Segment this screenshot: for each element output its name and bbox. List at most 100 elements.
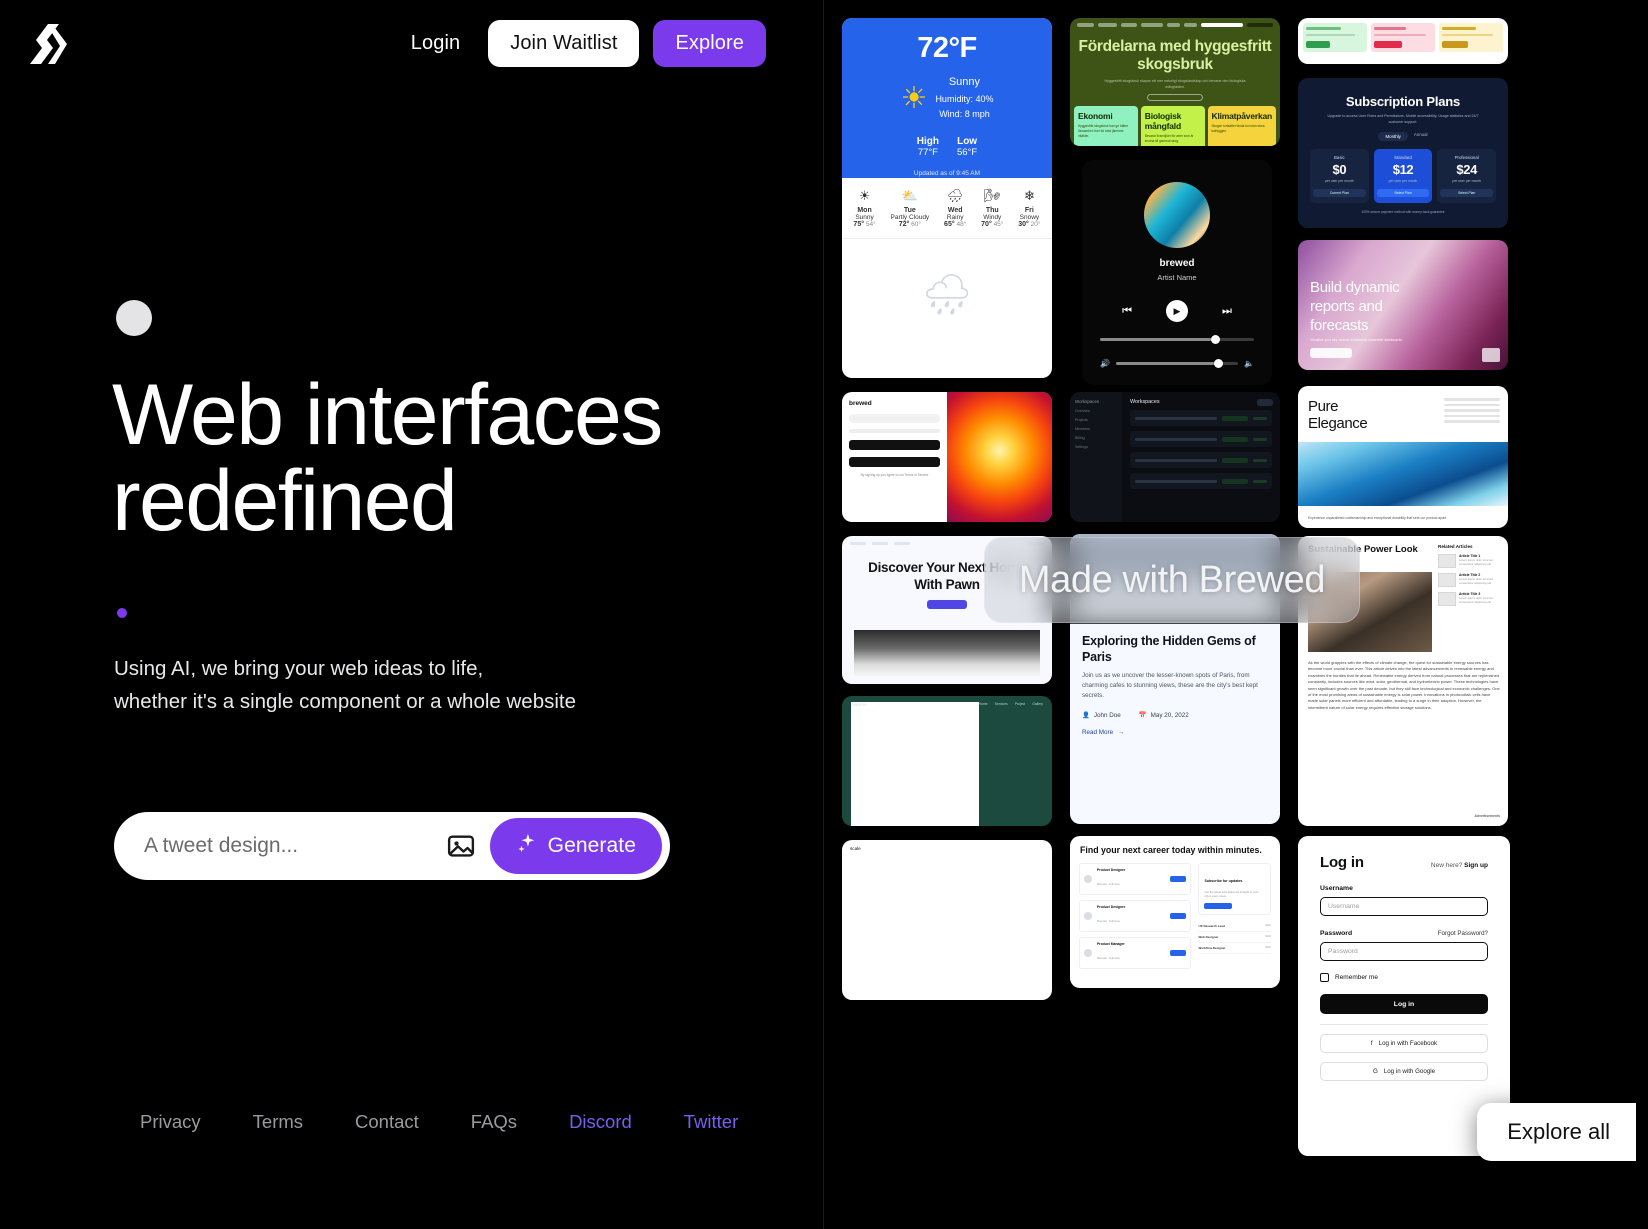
generate-button[interactable]: Generate (489, 818, 662, 874)
subscription-footnote: 100% secure payment method with money ba… (1361, 210, 1445, 214)
login-submit-button[interactable]: Log in (1320, 994, 1488, 1014)
volume-icon[interactable]: 🔊 (1100, 359, 1110, 368)
footer-link-terms[interactable]: Terms (253, 1111, 303, 1133)
login-button[interactable]: Login (397, 22, 474, 65)
google-login-button[interactable]: G Log in with Google (1320, 1062, 1488, 1081)
gallery-card-music-player[interactable]: brewed Artist Name ⏮ ▶ ⏭ 🔊 🔈 (1082, 160, 1272, 385)
gallery-card-email-strip[interactable] (1298, 18, 1508, 64)
rain-cloud-icon: 🌧 (921, 272, 973, 317)
gallery-card-reports[interactable]: Build dynamic reports and forecasts Visu… (1298, 240, 1508, 370)
apply-button[interactable] (1170, 913, 1187, 919)
join-waitlist-button[interactable]: Join Waitlist (488, 20, 640, 67)
subscribe-button[interactable] (1204, 903, 1233, 910)
gallery-card-login[interactable]: Log in New here? Sign up Username Userna… (1298, 836, 1510, 1156)
forgot-password-link[interactable]: Forgot Password? (1438, 930, 1488, 937)
weather-low-label: Low (957, 136, 978, 147)
next-track-icon[interactable]: ⏭ (1222, 305, 1232, 318)
song-title: brewed (1159, 258, 1195, 269)
volume-slider[interactable] (1115, 359, 1239, 368)
plan-cta-button[interactable]: Current Plan (1313, 189, 1366, 197)
forest-cta-button[interactable] (1147, 94, 1203, 101)
footer-link-faqs[interactable]: FAQs (471, 1111, 517, 1133)
paris-body: Join us as we uncover the lesser-known s… (1082, 672, 1258, 699)
play-button[interactable]: ▶ (1166, 300, 1188, 322)
site-header: Login Join Waitlist Explore (0, 0, 824, 90)
gallery-card-workspaces[interactable]: Workspaces Overview Projects Members Bil… (1070, 392, 1280, 522)
forest-card-ekonomi: Ekonomi Hyggesfritt skogsbruk kan ge bät… (1074, 106, 1138, 146)
gallery-card-scale-pricing[interactable]: scale About Product Pricing Resources Si… (842, 840, 1052, 1000)
footer-link-privacy[interactable]: Privacy (140, 1111, 201, 1133)
plan-standard: Standard $12 per user per month Select P… (1373, 149, 1433, 203)
plan-cta-button[interactable]: Select Plan (1376, 189, 1430, 197)
scale-logo: scale (850, 846, 973, 1000)
explore-button[interactable]: Explore (653, 20, 766, 67)
paris-date: May 20, 2022 (1150, 711, 1189, 719)
billing-toggle[interactable]: Monthly Annual (1298, 132, 1508, 141)
username-field[interactable]: Username (1320, 897, 1488, 916)
image-icon[interactable] (446, 831, 476, 861)
gallery-card-forest[interactable]: Fördelarna med hyggesfritt skogsbruk Hyg… (1070, 18, 1280, 146)
signup-link[interactable]: Sign up (1464, 862, 1488, 869)
forest-subtitle: Hyggesfritt skogsbruk skapar ett mer nat… (1104, 79, 1246, 89)
gallery-card-subscription[interactable]: Subscription Plans Upgrade to access Use… (1298, 78, 1508, 228)
weather-wind: Wind: 8 mph (939, 109, 990, 119)
hero-subtitle: Using AI, we bring your web ideas to lif… (114, 652, 734, 718)
avatar (1084, 875, 1092, 883)
table-row (1130, 452, 1272, 468)
weather-updated: Updated as of 9:45 AM (913, 170, 981, 177)
facebook-login-button[interactable]: f Log in with Facebook (1320, 1034, 1488, 1053)
made-with-brewed-label: Made with Brewed (1018, 558, 1326, 601)
google-icon: G (1372, 1068, 1378, 1075)
pawn-cta-button[interactable] (927, 600, 967, 609)
reports-title: Build dynamic reports and forecasts (1310, 279, 1400, 334)
code-bracket-logo-icon[interactable] (22, 18, 78, 74)
remember-me-checkbox[interactable] (1320, 973, 1329, 982)
job-row: Product Manager Remote · Full time (1079, 937, 1192, 969)
job-row: Product Designer Remote · Full time (1079, 900, 1192, 932)
brewed-input[interactable] (849, 414, 940, 423)
gallery-card-brewed-signup[interactable]: brewed By signing up you agree to our Te… (842, 392, 1052, 522)
weather-temperature: 72°F (917, 32, 977, 64)
explore-all-button[interactable]: Explore all (1477, 1103, 1636, 1161)
job-row: Product Designer Remote · Full time (1079, 863, 1192, 895)
list-item: Workflow Designer NEW (1198, 943, 1271, 955)
brewed-submit-button[interactable] (849, 440, 940, 450)
brewed-gradient-art (947, 392, 1052, 522)
made-with-brewed-overlay: Made with Brewed (984, 537, 1360, 623)
subscription-subtitle: Upgrade to access User Roles and Permiss… (1327, 114, 1479, 124)
gallery-card-weather[interactable]: 72°F ☀ Sunny Humidity: 40% Wind: 8 mph H… (842, 18, 1052, 378)
prompt-input[interactable] (144, 834, 446, 858)
plan-basic: Basic $0 per user per month Current Plan (1310, 149, 1369, 203)
progress-slider[interactable] (1100, 335, 1254, 344)
previous-track-icon[interactable]: ⏮ (1122, 305, 1132, 318)
footer-link-twitter[interactable]: Twitter (684, 1111, 738, 1133)
reports-subtitle: Visualize your key metrics in beautiful,… (1310, 338, 1403, 342)
forecast-day: ☀ Mon Sunny 75° 54° (853, 188, 876, 228)
volume-max-icon[interactable]: 🔈 (1244, 359, 1254, 368)
prompt-bar: Generate (114, 812, 670, 880)
gallery-card-elegance[interactable]: Pure Elegance Experience unparalleled cr… (1298, 386, 1508, 528)
plan-cta-button[interactable]: Select Plan (1440, 189, 1494, 197)
thumbnail (1438, 573, 1456, 587)
apply-button[interactable] (1170, 876, 1187, 882)
workspaces-sidebar-title: Workspaces (1075, 399, 1100, 404)
password-field[interactable]: Password (1320, 942, 1488, 961)
gallery-card-careers[interactable]: Find your next career today within minut… (1070, 836, 1280, 988)
decorative-white-dot (116, 300, 152, 336)
paris-read-more-link[interactable]: Read More → (1070, 719, 1280, 736)
hero-panel: Login Join Waitlist Explore Web interfac… (0, 0, 824, 1229)
elegance-hero-art (1298, 442, 1508, 506)
paris-author: John Doe (1093, 711, 1121, 719)
reports-cta-button[interactable] (1310, 348, 1352, 358)
list-item: UX Research Lead NEW (1198, 921, 1271, 933)
workspaces-action-button[interactable] (1257, 399, 1273, 406)
gallery-card-architects[interactable]: Mabroa Home Services Project Gallery Arc… (842, 696, 1052, 826)
footer-link-contact[interactable]: Contact (355, 1111, 419, 1133)
weather-high-value: 77°F (917, 147, 938, 158)
apply-button[interactable] (1170, 950, 1187, 956)
page-title: Web interfaces redefined (112, 372, 772, 544)
weather-current: 72°F ☀ Sunny Humidity: 40% Wind: 8 mph H… (842, 18, 1052, 178)
workspaces-title: Workspaces (1130, 399, 1160, 405)
sparkles-icon (516, 832, 538, 860)
footer-link-discord[interactable]: Discord (569, 1111, 632, 1133)
